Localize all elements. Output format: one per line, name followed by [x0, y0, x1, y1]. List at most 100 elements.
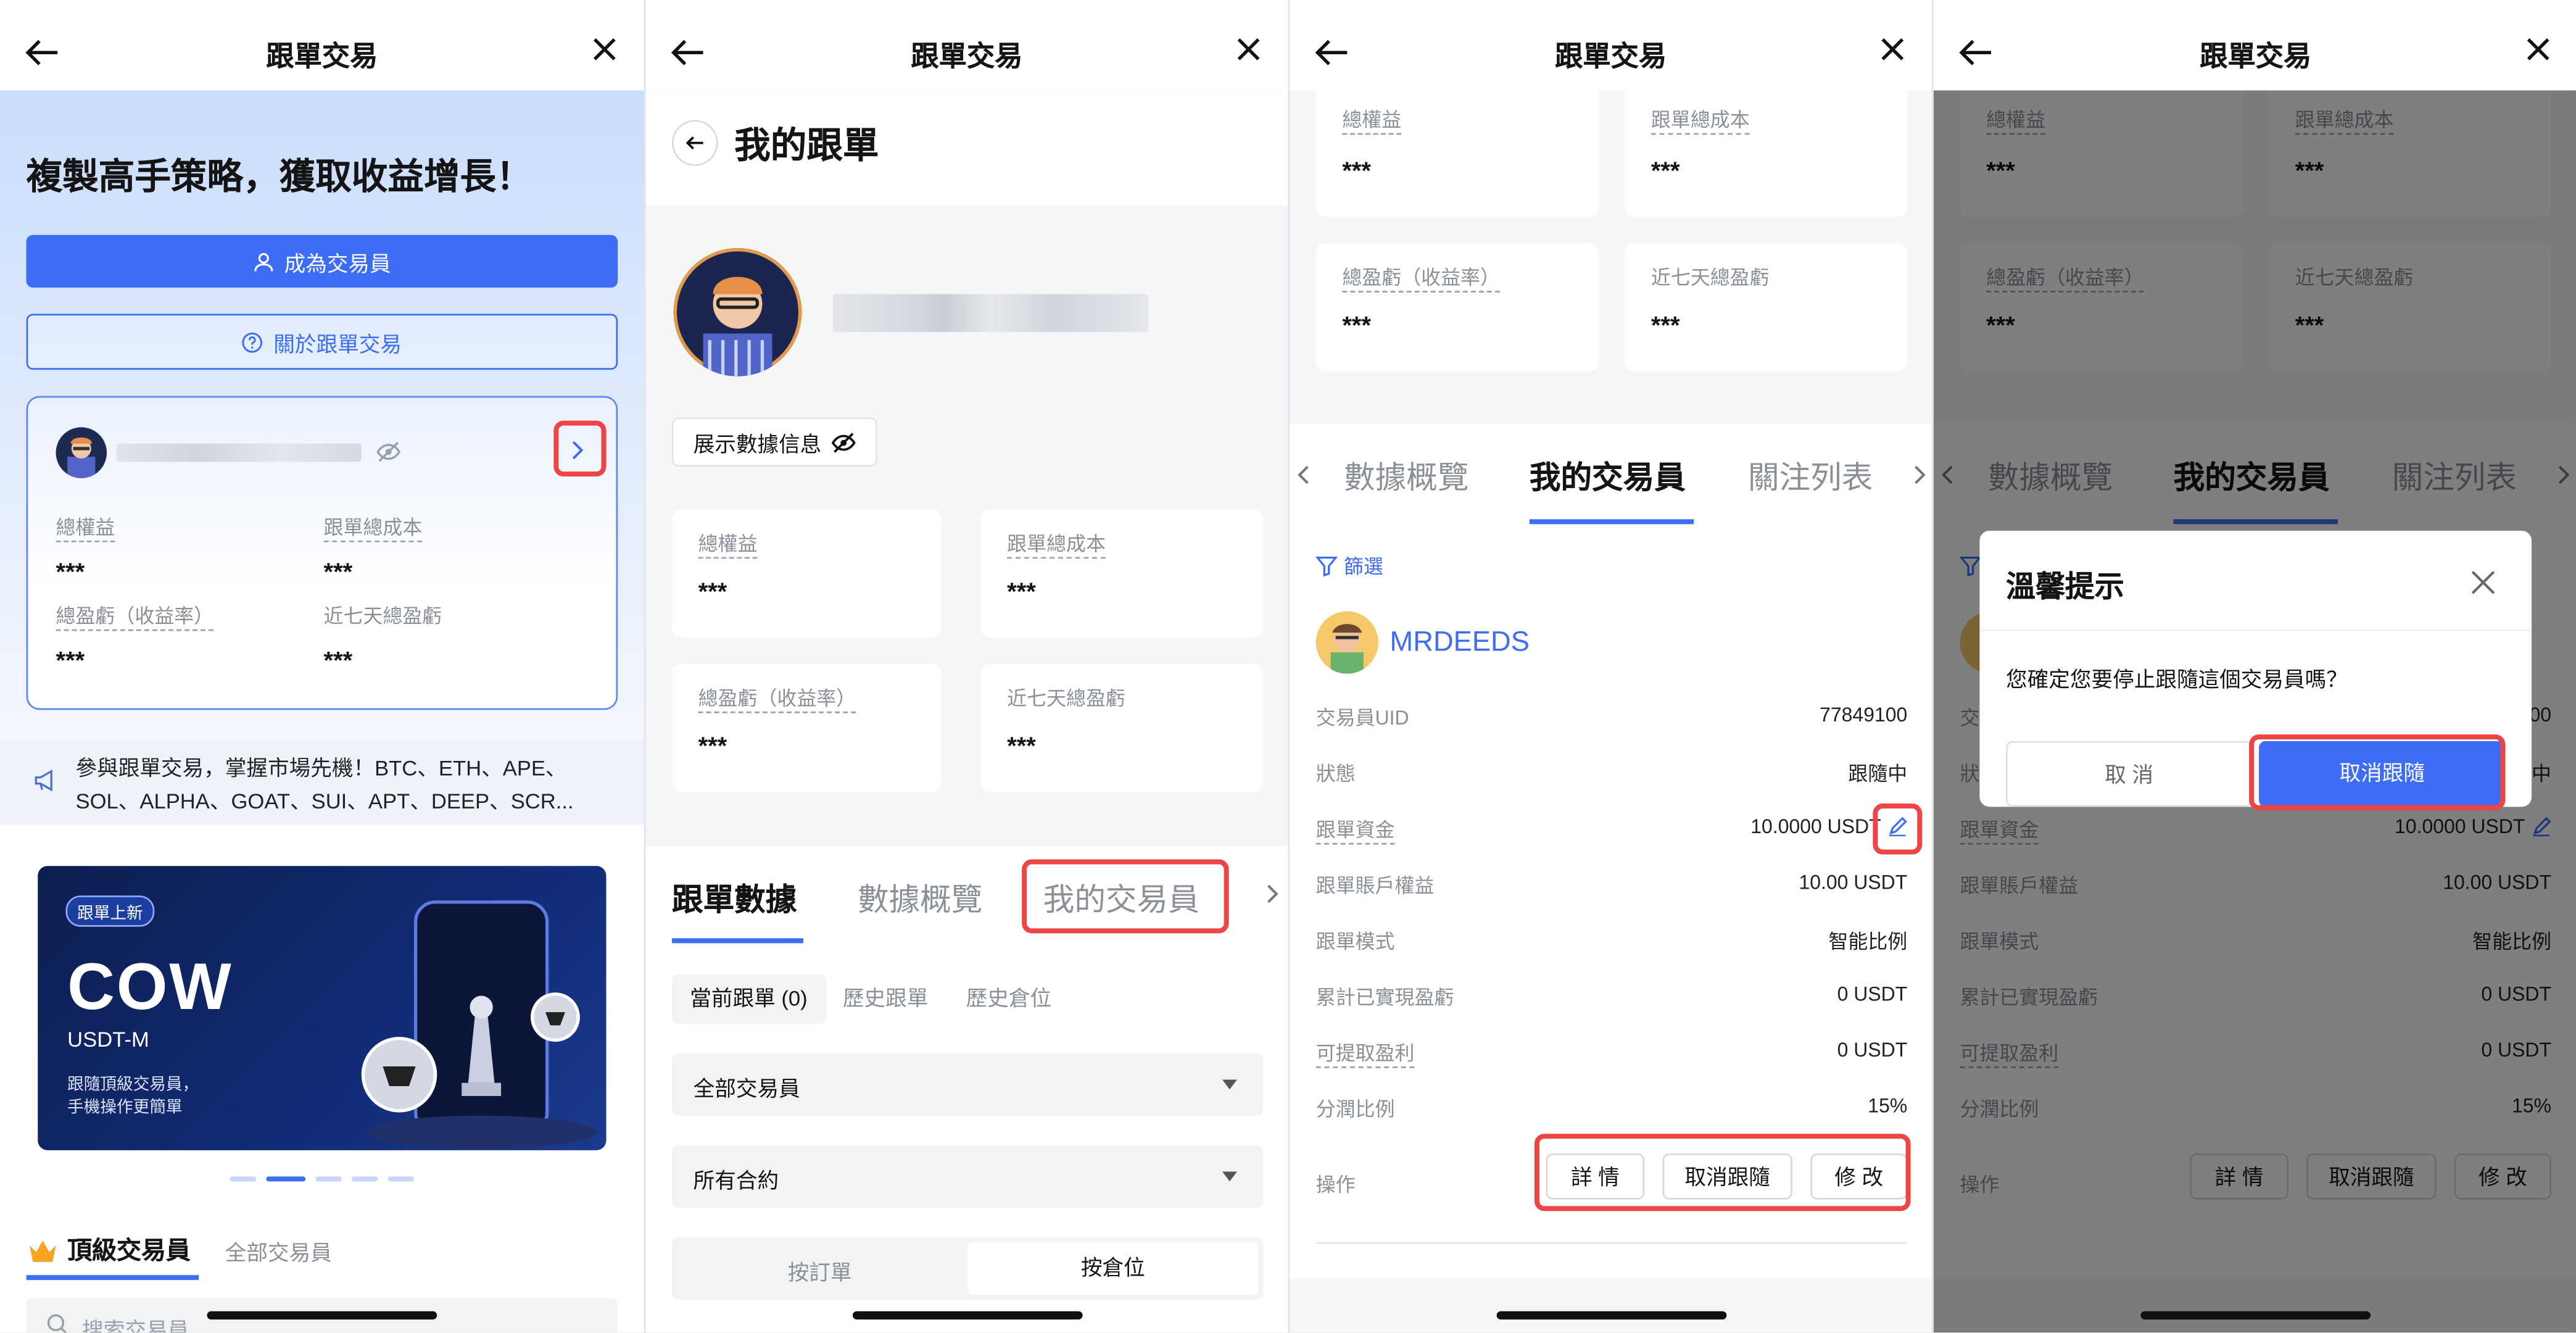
chevron-left-icon[interactable] [1296, 463, 1311, 486]
about-label: 關於跟單交易 [273, 331, 402, 356]
pnl-7d-value: *** [1007, 733, 1036, 761]
dot[interactable] [230, 1176, 257, 1182]
chevron-right-icon[interactable] [1912, 463, 1927, 486]
become-trader-button[interactable]: 成為交易員 [26, 235, 618, 288]
crown-icon [27, 1237, 59, 1263]
dialog-cancel-button[interactable]: 取 消 [2006, 741, 2253, 807]
announcement-bar[interactable]: 參與跟單交易，掌握市場先機！BTC、ETH、APE、SOL、ALPHA、GOAT… [0, 739, 644, 825]
tab-watchlist[interactable]: 關注列表 [1748, 454, 1873, 498]
banner-coin: COW [67, 951, 233, 1024]
dot[interactable] [351, 1176, 378, 1182]
dialog-divider [1979, 629, 2532, 631]
contracts-dropdown[interactable]: 所有合約 [672, 1145, 1264, 1208]
detail-row: 分潤比例 15% [1316, 1094, 1908, 1127]
close-icon[interactable] [1232, 33, 1265, 65]
hero-title: 複製高手策略，獲取收益增長！ [26, 156, 532, 197]
detail-row-label: 跟單模式 [1315, 930, 1395, 953]
about-copy-trading-button[interactable]: 關於跟單交易 [26, 314, 618, 370]
highlight-edit-icon [1873, 804, 1923, 855]
tab-indicator [1529, 519, 1694, 525]
tab-my-traders[interactable]: 我的交易員 [1530, 454, 1686, 498]
trader-name[interactable]: MRDEEDS [1390, 626, 1530, 658]
pnl-7d-label: 近七天總盈虧 [1650, 266, 1770, 289]
tab-data-overview[interactable]: 數據概覽 [858, 876, 982, 920]
toggle-by-order[interactable]: 按訂單 [672, 1255, 967, 1287]
tab-data-overview[interactable]: 數據概覽 [1344, 454, 1468, 498]
filter-button[interactable]: 篩選 [1315, 552, 1383, 580]
eye-hidden-icon[interactable] [376, 441, 401, 463]
subtab-history-copy[interactable]: 歷史跟單 [843, 974, 928, 1024]
promo-banner[interactable]: 跟單上新 COW USDT-M 跟隨頂級交易員， 手機操作更簡單 [38, 866, 607, 1150]
page-title: 跟單交易 [2200, 41, 2312, 73]
filter-label: 篩選 [1344, 555, 1383, 579]
highlight-chevron [553, 420, 607, 477]
close-icon[interactable] [588, 33, 621, 65]
total-equity-label: 總權益 [56, 513, 115, 542]
chevron-right-icon[interactable] [1265, 882, 1280, 905]
avatar [673, 248, 802, 376]
become-trader-label: 成為交易員 [284, 251, 391, 275]
tab-top-traders[interactable]: 頂級交易員 [27, 1232, 191, 1267]
detail-row-label: 累計已實現盈虧 [1315, 986, 1454, 1009]
highlight-confirm-button [2249, 734, 2506, 810]
dialog-close-icon[interactable] [2471, 570, 2496, 595]
pnl-rate-label: 總盈虧（收益率） [56, 602, 214, 631]
page-title: 跟單交易 [1555, 41, 1667, 73]
show-data-toggle[interactable]: 展示數據信息 [672, 417, 877, 467]
stat-card-pnl-rate: 總盈虧（收益率） *** [672, 663, 942, 792]
detail-row-value: 0 USDT [1837, 982, 1908, 1006]
my-copy-summary-card[interactable]: 總權益 *** 跟單總成本 *** 總盈虧（收益率） *** 近七天總盈虧 **… [26, 396, 618, 710]
dot[interactable] [315, 1176, 342, 1182]
detail-row-label: 交易員UID [1315, 706, 1409, 730]
subtab-current[interactable]: 當前跟單 (0) [672, 974, 826, 1024]
pnl-rate-value: *** [1342, 312, 1371, 341]
stat-card-copy-cost: 跟單總成本 *** [980, 509, 1264, 638]
detail-row: 跟單模式 智能比例 [1316, 927, 1908, 960]
subtab-history-position[interactable]: 歷史倉位 [966, 974, 1051, 1024]
stat-card-total-equity: 總權益 *** [672, 509, 942, 638]
pnl-7d-label: 近七天總盈虧 [1007, 686, 1125, 710]
traders-dropdown[interactable]: 全部交易員 [672, 1053, 1264, 1116]
panel-copy-trading-home: 跟單交易 複製高手策略，獲取收益增長！ 成為交易員 關於跟單交易 總權益 ***… [0, 0, 644, 1333]
tab-copy-data[interactable]: 跟單數據 [672, 876, 797, 920]
detail-row-value: 0 USDT [1837, 1038, 1908, 1062]
toggle-by-position[interactable]: 按倉位 [967, 1242, 1259, 1295]
panel-unfollow-dialog: 跟單交易 總權益 *** 跟單總成本 *** 總盈虧（收益率） *** 近七天總… [1932, 0, 2576, 1333]
highlight-my-traders-tab [1022, 859, 1229, 934]
detail-row: 狀態 跟隨中 [1316, 759, 1908, 792]
tab-all-traders[interactable]: 全部交易員 [225, 1235, 332, 1267]
pnl-7d-label: 近七天總盈虧 [323, 604, 442, 628]
banner-pagination [230, 1176, 414, 1182]
copy-cost-value: *** [1650, 157, 1680, 186]
search-icon [46, 1313, 69, 1333]
top-bar: 跟單交易 [0, 0, 644, 91]
panel-my-copy-trades: 跟單交易 我的跟單 展示數據信息 總權益 *** 跟單總成本 *** 總盈虧（收… [644, 0, 1288, 1333]
caret-down-icon [1222, 1079, 1237, 1090]
filter-icon [1315, 555, 1338, 577]
home-indicator [2140, 1311, 2370, 1320]
top-bar: 跟單交易 [1934, 0, 2576, 90]
circle-back-button[interactable] [672, 120, 718, 166]
banner-line2: 手機操作更簡單 [67, 1099, 183, 1118]
banner-line1: 跟隨頂級交易員， [67, 1076, 199, 1095]
total-equity-label: 總權益 [1342, 105, 1402, 135]
detail-row-label: 跟單資金 [1315, 815, 1395, 845]
total-equity-value: *** [1342, 157, 1371, 186]
divider [1315, 1242, 1908, 1244]
detail-row: 交易員UID 77849100 [1316, 704, 1908, 736]
tab-indicator [672, 938, 804, 944]
trader-avatar[interactable] [1315, 611, 1378, 674]
dot[interactable] [387, 1176, 414, 1182]
detail-row-label: 分潤比例 [1315, 1097, 1395, 1121]
detail-row-value: 77849100 [1820, 703, 1908, 726]
caret-down-icon [1222, 1171, 1237, 1182]
close-icon[interactable] [2522, 33, 2554, 65]
show-data-label: 展示數據信息 [693, 431, 822, 456]
dot-active[interactable] [266, 1176, 306, 1182]
copy-cost-label: 跟單總成本 [323, 513, 423, 542]
stat-card-copy-cost: 跟單總成本 *** [1625, 78, 1908, 217]
close-icon[interactable] [1876, 33, 1909, 65]
eye-hidden-icon [831, 431, 856, 453]
detail-row-value: 10.00 USDT [1799, 871, 1908, 894]
avatar [56, 427, 107, 478]
